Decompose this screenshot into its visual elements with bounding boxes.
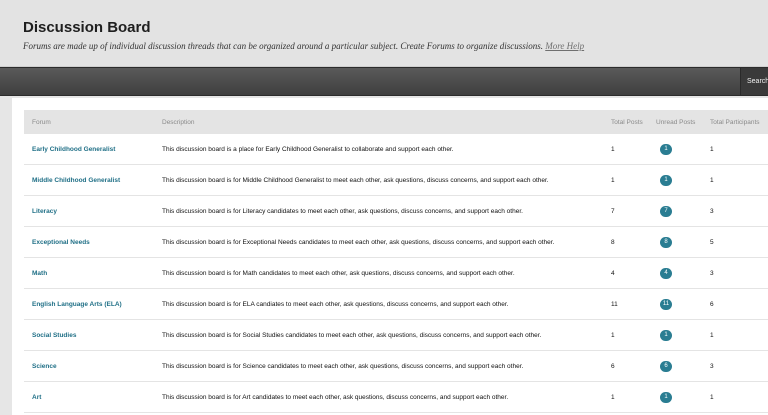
total-participants: 3	[710, 195, 768, 227]
unread-posts-badge[interactable]: 1	[660, 329, 672, 341]
more-help-link[interactable]: More Help	[545, 41, 584, 51]
forum-link[interactable]: Exceptional Needs	[32, 239, 90, 246]
table-row: Exceptional Needs This discussion board …	[24, 226, 768, 258]
table-row: Middle Childhood Generalist This discuss…	[24, 164, 768, 196]
page-description: Forums are made up of individual discuss…	[23, 41, 584, 51]
table-row: Art This discussion board is for Art can…	[24, 381, 768, 413]
total-posts: 7	[611, 195, 656, 227]
table-row: Early Childhood Generalist This discussi…	[24, 134, 768, 165]
total-posts: 1	[611, 134, 656, 165]
page-description-text: Forums are made up of individual discuss…	[23, 41, 543, 51]
column-header-description: Description	[162, 110, 611, 134]
action-bar: Search	[0, 67, 768, 96]
total-participants: 5	[710, 226, 768, 258]
forum-description: This discussion board is for ELA candiat…	[162, 288, 611, 320]
forum-link[interactable]: Art	[32, 394, 41, 401]
unread-posts-badge[interactable]: 11	[660, 298, 672, 310]
forum-link[interactable]: English Language Arts (ELA)	[32, 301, 122, 308]
forum-link[interactable]: Literacy	[32, 208, 57, 215]
forum-description: This discussion board is for Middle Chil…	[162, 164, 611, 196]
forum-description: This discussion board is for Social Stud…	[162, 319, 611, 351]
unread-posts-badge[interactable]: 1	[660, 143, 672, 155]
total-participants: 1	[710, 381, 768, 413]
forum-description: This discussion board is for Art candida…	[162, 381, 611, 413]
table-header-row: Forum Description Total Posts Unread Pos…	[24, 110, 768, 134]
forum-description: This discussion board is for Math candid…	[162, 257, 611, 289]
total-posts: 6	[611, 350, 656, 382]
total-participants: 3	[710, 350, 768, 382]
search-button[interactable]: Search	[740, 68, 768, 95]
column-header-total-posts[interactable]: Total Posts	[611, 110, 656, 134]
total-participants: 1	[710, 319, 768, 351]
column-header-total-participants[interactable]: Total Participants	[710, 110, 768, 134]
forum-description: This discussion board is for Exceptional…	[162, 226, 611, 258]
total-posts: 1	[611, 381, 656, 413]
total-posts: 1	[611, 164, 656, 196]
unread-posts-badge[interactable]: 1	[660, 174, 672, 186]
forums-table: Forum Description Total Posts Unread Pos…	[24, 110, 768, 413]
unread-posts-badge[interactable]: 4	[660, 267, 672, 279]
unread-posts-badge[interactable]: 7	[660, 205, 672, 217]
total-participants: 1	[710, 134, 768, 165]
table-row: English Language Arts (ELA) This discuss…	[24, 288, 768, 320]
page-header: Discussion Board Forums are made up of i…	[0, 0, 768, 67]
total-posts: 11	[611, 288, 656, 320]
forum-link[interactable]: Science	[32, 363, 57, 370]
column-header-forum[interactable]: Forum	[24, 110, 162, 134]
total-participants: 6	[710, 288, 768, 320]
total-posts: 1	[611, 319, 656, 351]
table-row: Social Studies This discussion board is …	[24, 319, 768, 351]
forum-description: This discussion board is for Literacy ca…	[162, 195, 611, 227]
forum-link[interactable]: Math	[32, 270, 47, 277]
forum-description: This discussion board is for Science can…	[162, 350, 611, 382]
unread-posts-badge[interactable]: 8	[660, 236, 672, 248]
forum-link[interactable]: Social Studies	[32, 332, 76, 339]
column-header-unread-posts[interactable]: Unread Posts	[656, 110, 710, 134]
total-posts: 8	[611, 226, 656, 258]
total-participants: 3	[710, 257, 768, 289]
table-row: Math This discussion board is for Math c…	[24, 257, 768, 289]
total-posts: 4	[611, 257, 656, 289]
content-area: Forum Description Total Posts Unread Pos…	[12, 98, 768, 415]
unread-posts-badge[interactable]: 1	[660, 391, 672, 403]
table-row: Science This discussion board is for Sci…	[24, 350, 768, 382]
total-participants: 1	[710, 164, 768, 196]
forum-link[interactable]: Middle Childhood Generalist	[32, 177, 120, 184]
table-row: Literacy This discussion board is for Li…	[24, 195, 768, 227]
forum-description: This discussion board is a place for Ear…	[162, 134, 611, 165]
unread-posts-badge[interactable]: 6	[660, 360, 672, 372]
page-title: Discussion Board	[23, 19, 151, 36]
forum-link[interactable]: Early Childhood Generalist	[32, 146, 115, 153]
